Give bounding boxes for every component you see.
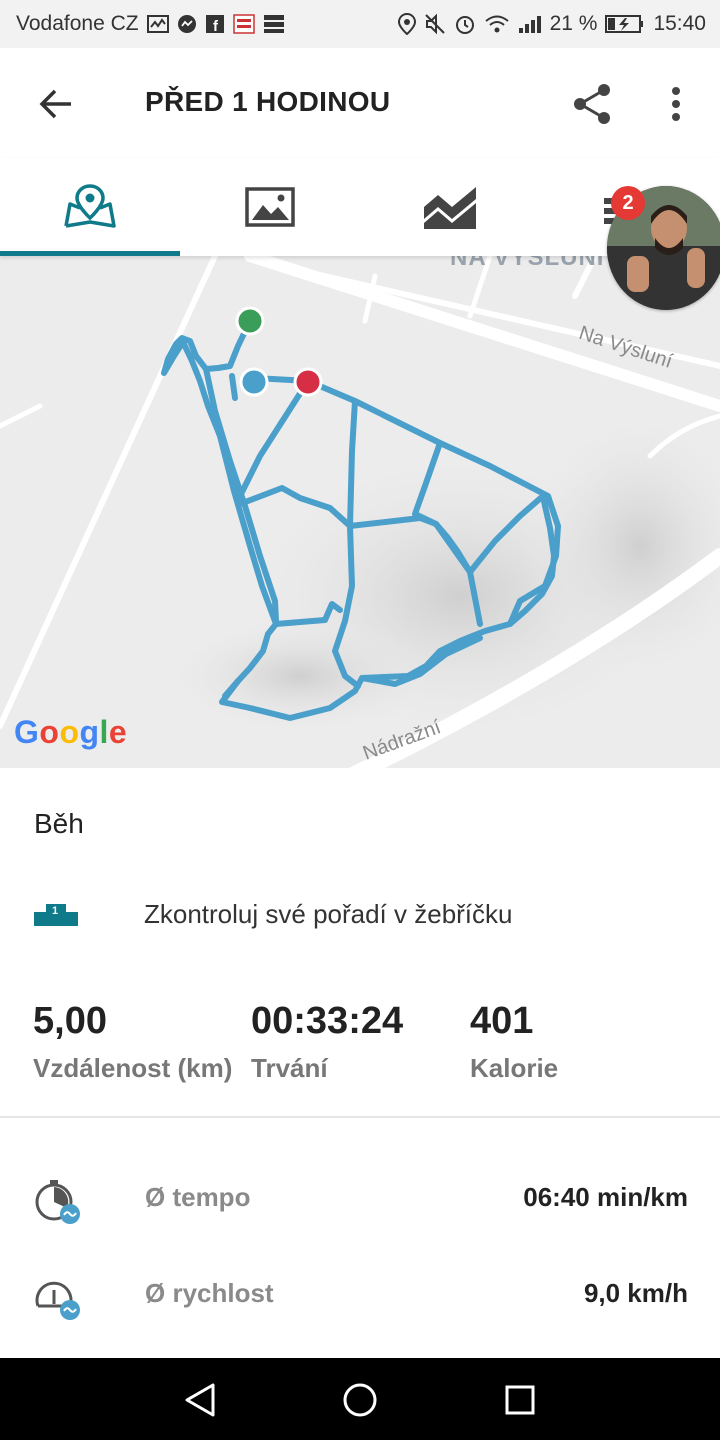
current-position-marker [239, 367, 269, 397]
metric-row-pace: Ø tempo 06:40 min/km [0, 1170, 720, 1230]
share-icon [574, 84, 610, 124]
tab-map[interactable] [0, 158, 180, 256]
activity-icon [146, 14, 169, 34]
signal-icon [518, 14, 542, 34]
nav-back-button[interactable] [170, 1378, 230, 1422]
alarm-icon [454, 13, 476, 35]
stat-distance: 5,00 Vzdálenost (km) [33, 1000, 232, 1084]
location-icon [397, 13, 416, 35]
stat-value: 5,00 [33, 1000, 107, 1042]
activity-type: Běh [34, 808, 84, 839]
image-icon [245, 187, 295, 227]
route-map[interactable]: NA VÝSLUNÍ Na Výsluní Nádražní Google [0, 256, 720, 768]
svg-text:1: 1 [52, 905, 58, 917]
stat-duration: 00:33:24 Trvání [251, 1000, 403, 1084]
carrier-name: Vodafone CZ [16, 12, 139, 35]
nav-recents-button[interactable] [490, 1378, 550, 1422]
status-bar: Vodafone CZ f 21 % 15:40 [0, 0, 720, 48]
map-pin-icon [64, 184, 116, 228]
google-logo: Google [14, 714, 128, 750]
leaderboard-row[interactable]: 1 Zkontroluj své pořadí v žebříčku [34, 896, 684, 940]
more-options-button[interactable] [656, 80, 696, 128]
stat-calories: 401 Kalorie [470, 1000, 558, 1084]
stat-label: Kalorie [470, 1053, 559, 1083]
notification-badge: 2 [611, 186, 645, 220]
messenger-icon [177, 14, 197, 34]
back-button[interactable] [32, 82, 80, 126]
metric-label: Ø tempo [145, 1182, 251, 1212]
finish-marker [293, 367, 323, 397]
street-label-top: NA VÝSLUNÍ [450, 256, 605, 271]
app-bar: PŘED 1 HODINOU [0, 48, 720, 158]
facebook-icon: f [205, 14, 225, 34]
battery-charging-icon [605, 14, 645, 34]
leaderboard-text: Zkontroluj své pořadí v žebříčku [144, 899, 513, 929]
metric-label: Ø rychlost [145, 1278, 274, 1308]
storage-icon [263, 14, 285, 34]
metric-value: 9,0 km/h [583, 1278, 688, 1308]
tab-photos[interactable] [180, 158, 360, 256]
battery-percent: 21 % [549, 12, 598, 35]
arrow-left-icon [39, 89, 71, 119]
stat-label: Trvání [251, 1053, 328, 1083]
system-nav-bar [0, 1358, 720, 1440]
page-title: PŘED 1 HODINOU [145, 86, 391, 117]
tab-charts[interactable] [360, 158, 540, 256]
stat-label: Vzdálenost (km) [33, 1053, 233, 1083]
metric-row-speed: Ø rychlost 9,0 km/h [0, 1266, 720, 1326]
metric-value: 06:40 min/km [523, 1182, 688, 1212]
stopwatch-icon [34, 1178, 82, 1231]
nav-home-button[interactable] [330, 1378, 390, 1422]
triangle-back-icon [185, 1383, 215, 1417]
chart-area-icon [424, 187, 476, 229]
wifi-icon [484, 14, 510, 34]
tab-active-indicator [0, 251, 180, 256]
start-marker [235, 306, 265, 336]
clock-time: 15:40 [653, 12, 706, 35]
circle-home-icon [343, 1383, 377, 1417]
more-vert-icon [672, 87, 680, 121]
stat-value: 401 [470, 1000, 534, 1042]
podium-icon: 1 [34, 904, 78, 926]
speedometer-icon [34, 1274, 82, 1327]
share-button[interactable] [568, 80, 616, 128]
app-notification-icon [232, 14, 255, 34]
square-recents-icon [505, 1385, 535, 1415]
stat-value: 00:33:24 [251, 1000, 404, 1042]
mute-icon [424, 13, 446, 35]
divider [0, 1116, 720, 1118]
